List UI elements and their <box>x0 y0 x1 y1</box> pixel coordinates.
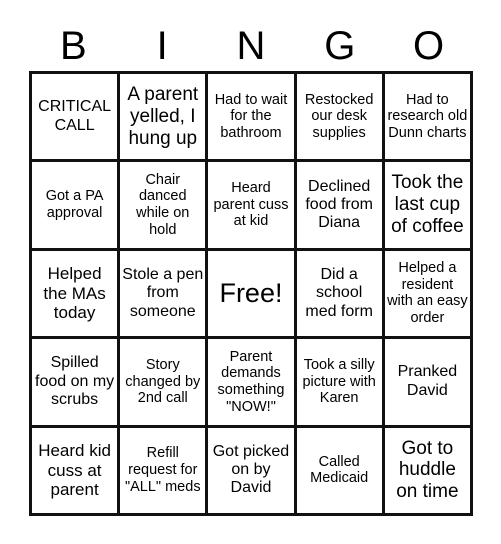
bingo-cell[interactable]: Declined food from Diana <box>293 159 385 251</box>
bingo-cell[interactable]: Called Medicaid <box>293 424 385 517</box>
bingo-cell[interactable]: Pranked David <box>381 336 474 428</box>
board-row: Helped the MAs today Stole a pen from so… <box>28 247 474 340</box>
bingo-cell[interactable]: Story changed by 2nd call <box>117 336 209 428</box>
header-letter-i: I <box>156 24 168 68</box>
bingo-cell[interactable]: Took a silly picture with Karen <box>293 336 385 428</box>
bingo-cell[interactable]: Had to research old Dunn charts <box>381 70 474 163</box>
bingo-cell[interactable]: A parent yelled, I hung up <box>117 70 209 163</box>
bingo-cell[interactable]: Heard parent cuss at kid <box>205 159 297 251</box>
bingo-cell[interactable]: Stole a pen from someone <box>117 247 209 340</box>
board-row: CRITICAL CALL A parent yelled, I hung up… <box>28 70 474 163</box>
bingo-cell[interactable]: CRITICAL CALL <box>28 70 121 163</box>
bingo-cell[interactable]: Parent demands something "NOW!" <box>205 336 297 428</box>
bingo-cell[interactable]: Got to huddle on time <box>381 424 474 517</box>
bingo-cell[interactable]: Restocked our desk supplies <box>293 70 385 163</box>
bingo-cell[interactable]: Heard kid cuss at parent <box>28 424 121 517</box>
bingo-cell[interactable]: Got a PA approval <box>28 159 121 251</box>
bingo-board: CRITICAL CALL A parent yelled, I hung up… <box>28 70 474 517</box>
bingo-cell[interactable]: Helped the MAs today <box>28 247 121 340</box>
bingo-cell[interactable]: Had to wait for the bathroom <box>205 70 297 163</box>
header-letter-n: N <box>236 24 266 68</box>
bingo-cell[interactable]: Chair danced while on hold <box>117 159 209 251</box>
bingo-cell[interactable]: Refill request for "ALL" meds <box>117 424 209 517</box>
board-row: Heard kid cuss at parent Refill request … <box>28 424 474 517</box>
header-letter-g: G <box>324 24 356 68</box>
bingo-cell[interactable]: Helped a resident with an easy order <box>381 247 474 340</box>
free-space-cell[interactable]: Free! <box>205 247 297 340</box>
header-letter-o: O <box>413 24 445 68</box>
header-letter-b: B <box>60 24 87 68</box>
bingo-cell[interactable]: Spilled food on my scrubs <box>28 336 121 428</box>
board-row: Got a PA approval Chair danced while on … <box>28 159 474 251</box>
bingo-cell[interactable]: Got picked on by David <box>205 424 297 517</box>
bingo-cell[interactable]: Took the last cup of coffee <box>381 159 474 251</box>
bingo-cell[interactable]: Did a school med form <box>293 247 385 340</box>
bingo-header: B I N G O <box>29 20 473 72</box>
board-row: Spilled food on my scrubs Story changed … <box>28 336 474 428</box>
